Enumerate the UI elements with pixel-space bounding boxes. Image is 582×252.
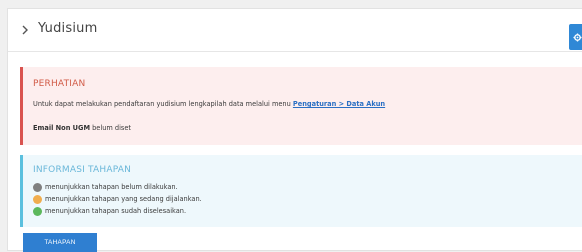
legend-item: menunjukkan tahapan sudah diselesaikan. xyxy=(33,206,186,216)
orange-status-dot-icon xyxy=(33,194,42,204)
legend-item: menunjukkan tahapan belum dilakukan. xyxy=(33,182,178,192)
tahapan-button[interactable]: TAHAPAN xyxy=(23,233,97,252)
panel-header[interactable]: Yudisium xyxy=(8,9,582,52)
legend-label: menunjukkan tahapan yang sedang dijalank… xyxy=(45,195,202,203)
warning-title: PERHATIAN xyxy=(33,79,86,89)
warning-alert: PERHATIAN Untuk dapat melakukan pendafta… xyxy=(20,67,582,145)
yudisium-panel: Yudisium PERHATIAN Untuk dapat melakukan… xyxy=(7,8,582,252)
green-status-dot-icon xyxy=(33,206,42,216)
legend-label: menunjukkan tahapan sudah diselesaikan. xyxy=(45,207,187,215)
chevron-right-icon[interactable] xyxy=(18,22,32,38)
gray-status-dot-icon xyxy=(33,182,42,192)
panel-title: Yudisium xyxy=(38,21,98,36)
data-akun-link[interactable]: Pengaturan > Data Akun xyxy=(293,100,385,108)
email-status-label: Email Non UGM xyxy=(33,124,91,132)
info-alert: INFORMASI TAHAPAN menunjukkan tahapan be… xyxy=(20,155,582,227)
email-status-text: belum diset xyxy=(92,124,131,132)
gear-icon xyxy=(572,32,582,42)
legend-label: menunjukkan tahapan belum dilakukan. xyxy=(45,183,178,191)
email-status: Email Non UGM belum diset xyxy=(33,124,131,132)
settings-button[interactable] xyxy=(569,24,582,50)
warning-message-text: Untuk dapat melakukan pendaftaran yudisi… xyxy=(33,100,291,108)
info-title: INFORMASI TAHAPAN xyxy=(33,165,132,175)
legend-item: menunjukkan tahapan yang sedang dijalank… xyxy=(33,194,202,204)
warning-message: Untuk dapat melakukan pendaftaran yudisi… xyxy=(33,100,385,108)
